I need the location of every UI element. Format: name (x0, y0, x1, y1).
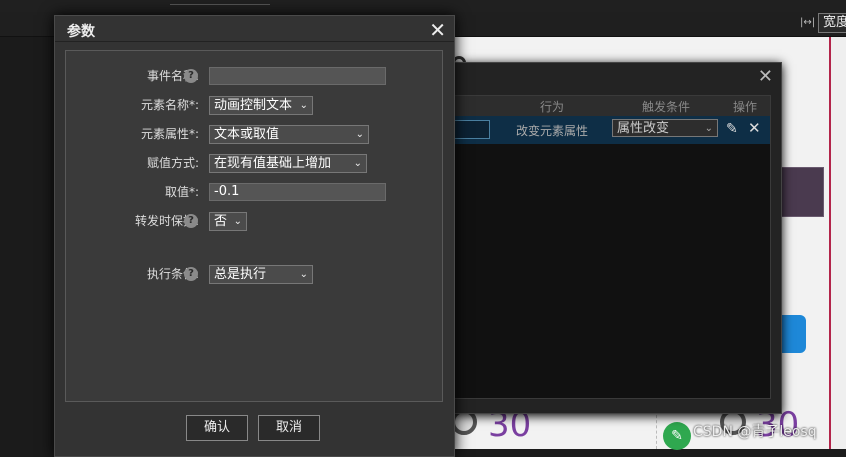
chevron-down-icon: ⌄ (355, 129, 364, 140)
chevron-down-icon: ⌄ (299, 100, 308, 111)
behavior-dialog: ✕ 行为 触发条件 操作 改变元素属性 属性改变 ⌄ ✎ ✕ (440, 62, 782, 414)
canvas-right-strip (831, 37, 846, 449)
close-icon[interactable]: ✕ (429, 18, 446, 42)
canvas-dark-block[interactable] (778, 167, 824, 217)
trigger-select[interactable]: 属性改变 ⌄ (612, 119, 718, 137)
help-icon[interactable]: ? (184, 267, 198, 281)
trigger-select-value: 属性改变 (617, 121, 670, 136)
element-name-label: 元素名称*: (140, 98, 199, 112)
value-input[interactable]: -0.1 (209, 183, 386, 201)
exec-condition-select[interactable]: 总是执行 ⌄ (209, 265, 313, 284)
column-header-behavior: 行为 (540, 100, 565, 114)
dialog-divider (55, 41, 454, 42)
canvas-dashed-divider (656, 410, 657, 449)
element-attr-select[interactable]: 文本或取值 ⌄ (209, 125, 369, 144)
help-icon[interactable]: ? (184, 214, 198, 228)
column-header-trigger: 触发条件 (642, 100, 691, 114)
element-name-value: 动画控制文本 (214, 98, 293, 113)
element-name-select[interactable]: 动画控制文本 ⌄ (209, 96, 313, 115)
ruler-line (170, 4, 270, 5)
behavior-table-header: 行为 触发条件 操作 (452, 96, 770, 116)
event-name-input[interactable] (209, 67, 386, 85)
assign-mode-value: 在现有值基础上增加 (214, 156, 332, 171)
table-row[interactable]: 改变元素属性 属性改变 ⌄ ✎ ✕ (452, 116, 770, 144)
column-header-ops: 操作 (733, 100, 758, 114)
canvas-blue-button[interactable] (778, 315, 806, 353)
behavior-table: 行为 触发条件 操作 改变元素属性 属性改变 ⌄ ✎ ✕ (451, 95, 771, 399)
edit-icon[interactable]: ✎ (726, 121, 738, 137)
width-field[interactable]: 宽度 (818, 13, 846, 33)
exec-condition-value: 总是执行 (214, 267, 267, 282)
watermark: CSDN @青子leosq (693, 424, 817, 440)
chevron-down-icon: ⌄ (704, 123, 713, 134)
params-form: 事件名称: ? 元素名称*: 动画控制文本 ⌄ 元素属性*: 文本或取值 ⌄ 赋… (65, 50, 443, 402)
row-target-input[interactable] (452, 120, 490, 139)
cancel-button[interactable]: 取消 (258, 415, 320, 441)
width-arrows-icon: |↔| (800, 17, 816, 28)
assign-mode-select[interactable]: 在现有值基础上增加 ⌄ (209, 154, 367, 173)
help-icon[interactable]: ? (184, 69, 198, 83)
confirm-button[interactable]: 确认 (186, 415, 248, 441)
close-icon[interactable]: ✕ (758, 67, 773, 87)
value-label: 取值*: (164, 185, 199, 199)
row-behavior-text: 改变元素属性 (516, 124, 589, 138)
chevron-down-icon: ⌄ (299, 269, 308, 280)
keep-on-forward-select[interactable]: 否 ⌄ (209, 212, 247, 231)
top-bar (0, 0, 846, 12)
params-dialog: 参数 ✕ 事件名称: ? 元素名称*: 动画控制文本 ⌄ 元素属性*: 文本或取… (54, 15, 455, 457)
delete-icon[interactable]: ✕ (748, 120, 761, 136)
element-attr-label: 元素属性*: (140, 127, 199, 141)
dialog-title: 参数 (67, 24, 95, 40)
wrench-icon[interactable]: ✎ (663, 422, 691, 450)
chevron-down-icon: ⌄ (233, 216, 242, 227)
element-attr-value: 文本或取值 (214, 127, 280, 142)
chevron-down-icon: ⌄ (353, 158, 362, 169)
assign-mode-label: 赋值方式: (146, 156, 199, 170)
keep-on-forward-value: 否 (214, 214, 228, 229)
